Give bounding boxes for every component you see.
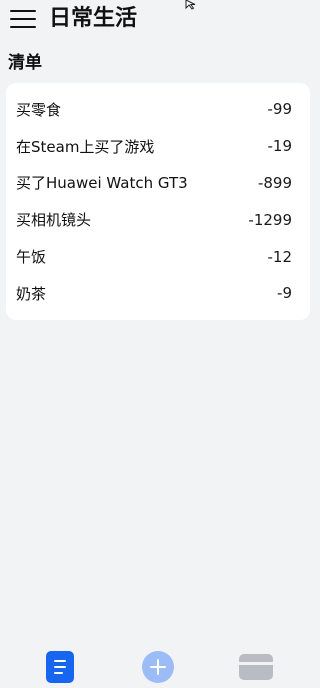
item-name: 午饭 [16, 248, 47, 267]
list-item[interactable]: 买零食 -99 [6, 91, 310, 128]
item-name: 买相机镜头 [16, 211, 92, 230]
page-title: 日常生活 [49, 6, 138, 31]
tab-wallet[interactable] [239, 654, 273, 686]
menu-line [10, 18, 36, 20]
doc-line [54, 660, 66, 662]
tab-add[interactable] [142, 651, 174, 683]
list-item[interactable]: 奶茶 -9 [6, 275, 310, 312]
doc-line [54, 672, 63, 674]
list-item[interactable]: 在Steam上买了游戏 -19 [6, 128, 310, 165]
item-name: 买了Huawei Watch GT3 [16, 174, 188, 193]
app-header: 日常生活 [0, 0, 312, 40]
list-section-title: 清单 [8, 53, 42, 73]
tab-list[interactable] [46, 651, 74, 683]
item-amount: -12 [267, 247, 293, 266]
list-document-icon [46, 651, 74, 683]
item-amount: -9 [277, 284, 292, 303]
add-circle-icon [142, 651, 174, 683]
item-amount: -99 [267, 100, 293, 119]
item-name: 在Steam上买了游戏 [16, 137, 155, 156]
list-item[interactable]: 买相机镜头 -1299 [6, 201, 310, 238]
app-root: 日常生活 清单 买零食 -99 在Steam上买了游戏 -19 买了Huawei… [0, 0, 312, 688]
wallet-card-icon [239, 654, 273, 680]
expense-list-card: 买零食 -99 在Steam上买了游戏 -19 买了Huawei Watch G… [6, 83, 310, 320]
menu-line [10, 10, 36, 12]
hamburger-menu-icon[interactable] [10, 8, 36, 30]
item-amount: -19 [267, 137, 293, 156]
menu-line [10, 26, 36, 28]
item-name: 奶茶 [16, 284, 47, 303]
doc-line [54, 666, 66, 668]
list-item[interactable]: 午饭 -12 [6, 238, 310, 275]
list-item[interactable]: 买了Huawei Watch GT3 -899 [6, 165, 310, 202]
mouse-cursor-icon [185, 0, 196, 10]
item-amount: -899 [257, 173, 292, 192]
bottom-navigation [0, 640, 312, 688]
item-name: 买零食 [16, 100, 62, 119]
item-amount: -1299 [248, 210, 292, 229]
